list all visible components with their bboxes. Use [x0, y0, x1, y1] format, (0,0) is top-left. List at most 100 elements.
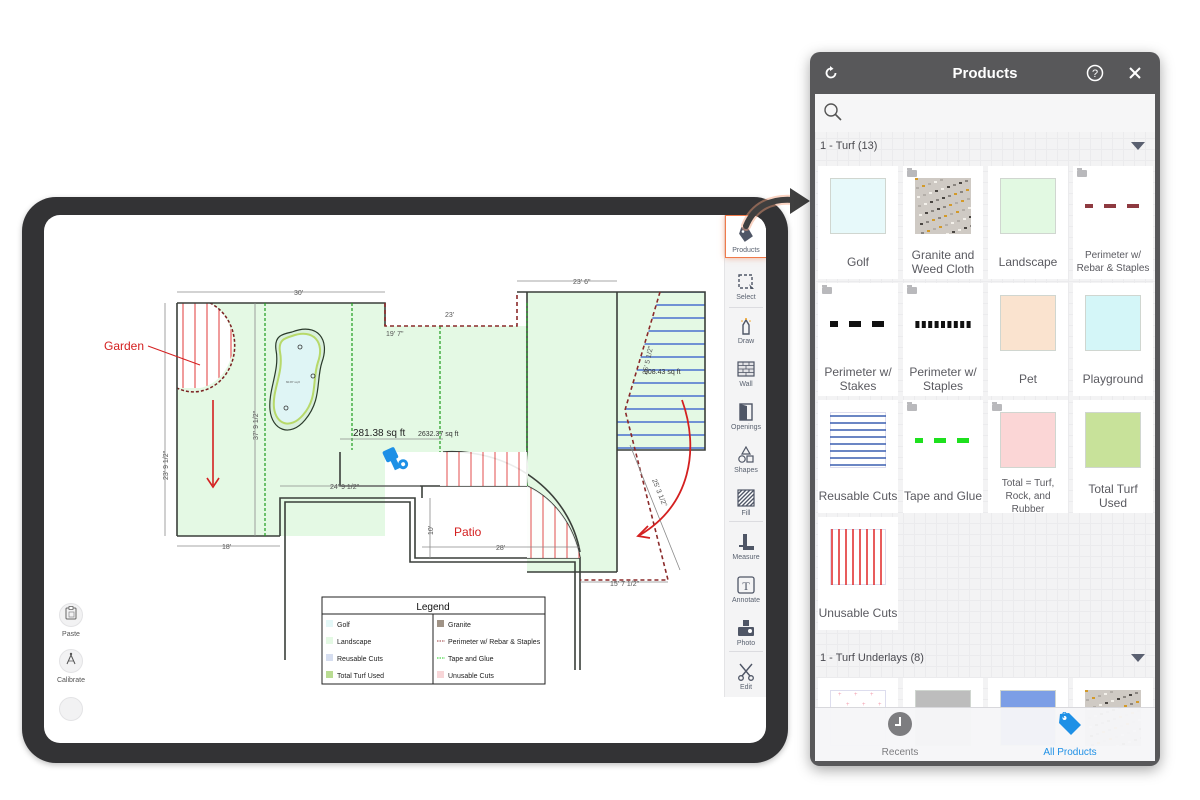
section-header[interactable]: 1 - Turf Underlays (8) — [815, 644, 1155, 672]
compass-icon — [65, 652, 77, 671]
dim-24-9: 24' 9 1/2" — [330, 484, 360, 491]
product-thumbnail — [1000, 412, 1056, 468]
product-thumbnail — [826, 295, 886, 351]
product-name: Landscape — [998, 255, 1058, 269]
folder-icon — [907, 168, 917, 177]
product-card[interactable]: Playground — [1073, 283, 1153, 396]
legend-label: Tape and Glue — [448, 656, 494, 663]
product-name: Playground — [1082, 372, 1144, 386]
help-icon[interactable]: ? — [1085, 63, 1105, 83]
chevron-down-icon[interactable] — [1131, 654, 1145, 662]
product-card[interactable]: Landscape — [988, 166, 1068, 279]
tool-shapes[interactable]: Shapes — [725, 434, 766, 477]
callout-arrow — [741, 188, 810, 231]
stage: 60.87 sq ft 30' 23' 23' 6" 19' 7" 24' 9 … — [0, 0, 1200, 800]
legend-label: Unusable Cuts — [448, 673, 494, 680]
tool-label: Shapes — [734, 467, 758, 474]
product-card[interactable]: Perimeter w/ Stakes — [818, 283, 898, 396]
search-input[interactable] — [815, 94, 1155, 132]
product-card[interactable]: Golf — [818, 166, 898, 279]
product-card[interactable]: Reusable Cuts — [818, 400, 898, 513]
dim-23-9: 23' 9 1/2" — [163, 450, 170, 480]
product-thumbnail — [909, 295, 971, 351]
fill-icon — [736, 488, 756, 508]
dim-23: 23' — [445, 312, 454, 319]
tool-label: Fill — [741, 510, 751, 517]
tool-measure[interactable]: Measure — [725, 521, 766, 564]
tab-recents-label: Recents — [881, 747, 919, 758]
floor-plan-canvas[interactable]: 60.87 sq ft 30' 23' 23' 6" 19' 7" 24' 9 … — [44, 215, 766, 743]
folder-icon — [822, 285, 832, 294]
search-icon — [823, 102, 843, 127]
dim-19-7: 19' 7" — [386, 331, 404, 338]
legend-swatch — [326, 637, 333, 644]
panel-header: Products ? — [810, 52, 1160, 94]
door-icon — [736, 402, 756, 422]
product-thumbnail — [1085, 412, 1141, 468]
tool-annotate[interactable]: T Annotate — [725, 564, 766, 607]
product-name: Reusable Cuts — [818, 489, 898, 503]
product-thumbnail — [915, 178, 973, 235]
legend-swatch — [437, 620, 444, 627]
legend-label: Reusable Cuts — [337, 656, 383, 663]
more-tool-button[interactable] — [56, 697, 86, 721]
tab-all-products[interactable]: All Products — [985, 711, 1155, 761]
tool-select[interactable]: Select — [725, 261, 766, 304]
dim-23-6: 23' 6" — [573, 279, 591, 286]
section-title: 1 - Turf (13) — [820, 140, 878, 152]
folder-icon — [907, 402, 917, 411]
dim-28: 28' — [496, 545, 505, 552]
refresh-icon[interactable] — [821, 63, 841, 83]
product-thumbnail — [830, 412, 886, 468]
calibrate-button[interactable]: Calibrate — [56, 649, 86, 684]
close-icon[interactable] — [1125, 63, 1145, 83]
legend-swatch — [326, 671, 333, 678]
product-card[interactable]: Unusable Cuts — [818, 517, 898, 630]
product-card[interactable]: Tape and Glue — [903, 400, 983, 513]
tool-photo[interactable]: Photo — [725, 607, 766, 650]
dim-37-9: 37' 9 1/2" — [253, 410, 260, 440]
paste-button[interactable]: Paste — [56, 603, 86, 638]
product-card[interactable]: Total = Turf, Rock, and Rubber — [988, 400, 1068, 515]
clipboard-icon — [65, 605, 77, 625]
product-card[interactable]: Perimeter w/ Staples — [903, 283, 983, 396]
camera-icon — [736, 618, 756, 638]
tool-openings[interactable]: Openings — [725, 391, 766, 434]
tab-recents[interactable]: Recents — [815, 712, 985, 761]
folder-icon — [1077, 168, 1087, 177]
wall-icon — [736, 359, 756, 379]
text-icon: T — [736, 575, 756, 595]
tool-wall[interactable]: Wall — [725, 348, 766, 391]
shapes-icon — [736, 445, 756, 465]
panel-title: Products — [952, 64, 1018, 82]
patio-label[interactable]: Patio — [454, 525, 482, 539]
drawing-toolbar: Products Select Draw Wall Openings Shape… — [724, 215, 766, 697]
chevron-down-icon[interactable] — [1131, 142, 1145, 150]
section-header[interactable]: 1 - Turf (13) — [815, 132, 1155, 160]
garden-label[interactable]: Garden — [104, 339, 144, 353]
dim-18: 18' — [222, 544, 231, 551]
calibrate-label: Calibrate — [56, 677, 85, 684]
dim-30: 30' — [294, 290, 303, 297]
scissors-icon — [736, 662, 756, 682]
product-card[interactable]: Perimeter w/ Rebar & Staples — [1073, 166, 1153, 279]
product-name: Unusable Cuts — [818, 606, 898, 620]
tool-draw[interactable]: Draw — [725, 305, 766, 348]
tool-fill[interactable]: Fill — [725, 477, 766, 520]
area-total: 2632.37 sq ft — [418, 431, 459, 438]
tag-icon — [1057, 711, 1083, 741]
drawing-screen: 60.87 sq ft 30' 23' 23' 6" 19' 7" 24' 9 … — [44, 215, 766, 743]
svg-text:+: + — [854, 692, 858, 698]
product-card[interactable]: Pet — [988, 283, 1068, 396]
tablet-frame: 60.87 sq ft 30' 23' 23' 6" 19' 7" 24' 9 … — [22, 197, 788, 763]
tool-edit[interactable]: Edit — [725, 651, 766, 694]
section-title: 1 - Turf Underlays (8) — [820, 652, 924, 664]
product-thumbnail — [1000, 295, 1056, 351]
tool-label: Photo — [736, 640, 756, 647]
product-card[interactable]: Granite and Weed Cloth — [903, 166, 983, 279]
panel-body: 1 - Turf (13) Golf Granite and Weed Cloth L… — [815, 94, 1155, 761]
legend-label: Granite — [448, 622, 471, 629]
svg-text:T: T — [742, 579, 750, 593]
product-card[interactable]: Total Turf Used — [1073, 400, 1153, 513]
dim-10: 10' — [428, 526, 435, 535]
